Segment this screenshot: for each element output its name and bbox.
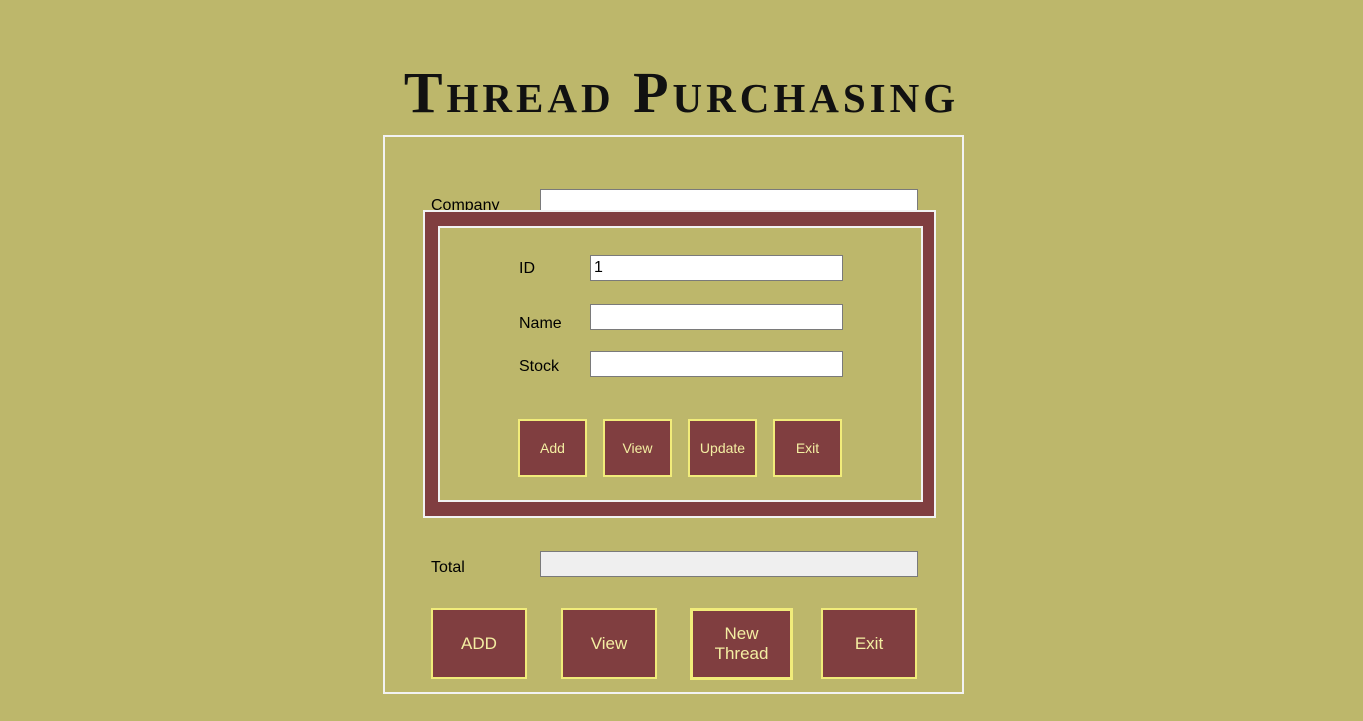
thread-dialog-panel: ID Name Stock Add View Update Exit (438, 226, 923, 502)
total-field[interactable] (540, 551, 918, 577)
dialog-update-button[interactable]: Update (688, 419, 757, 477)
dialog-exit-button[interactable]: Exit (773, 419, 842, 477)
new-thread-button[interactable]: New Thread (690, 608, 793, 680)
page-title: Thread Purchasing (403, 60, 960, 125)
dialog-add-button[interactable]: Add (518, 419, 587, 477)
id-field[interactable] (590, 255, 843, 281)
add-button[interactable]: ADD (431, 608, 527, 679)
dialog-view-button[interactable]: View (603, 419, 672, 477)
stock-field[interactable] (590, 351, 843, 377)
id-label: ID (519, 260, 535, 277)
name-field[interactable] (590, 304, 843, 330)
thread-dialog: ID Name Stock Add View Update Exit (423, 210, 936, 518)
total-label: Total (431, 559, 465, 576)
exit-button[interactable]: Exit (821, 608, 917, 679)
name-label: Name (519, 315, 562, 332)
view-button[interactable]: View (561, 608, 657, 679)
stock-label: Stock (519, 358, 560, 375)
